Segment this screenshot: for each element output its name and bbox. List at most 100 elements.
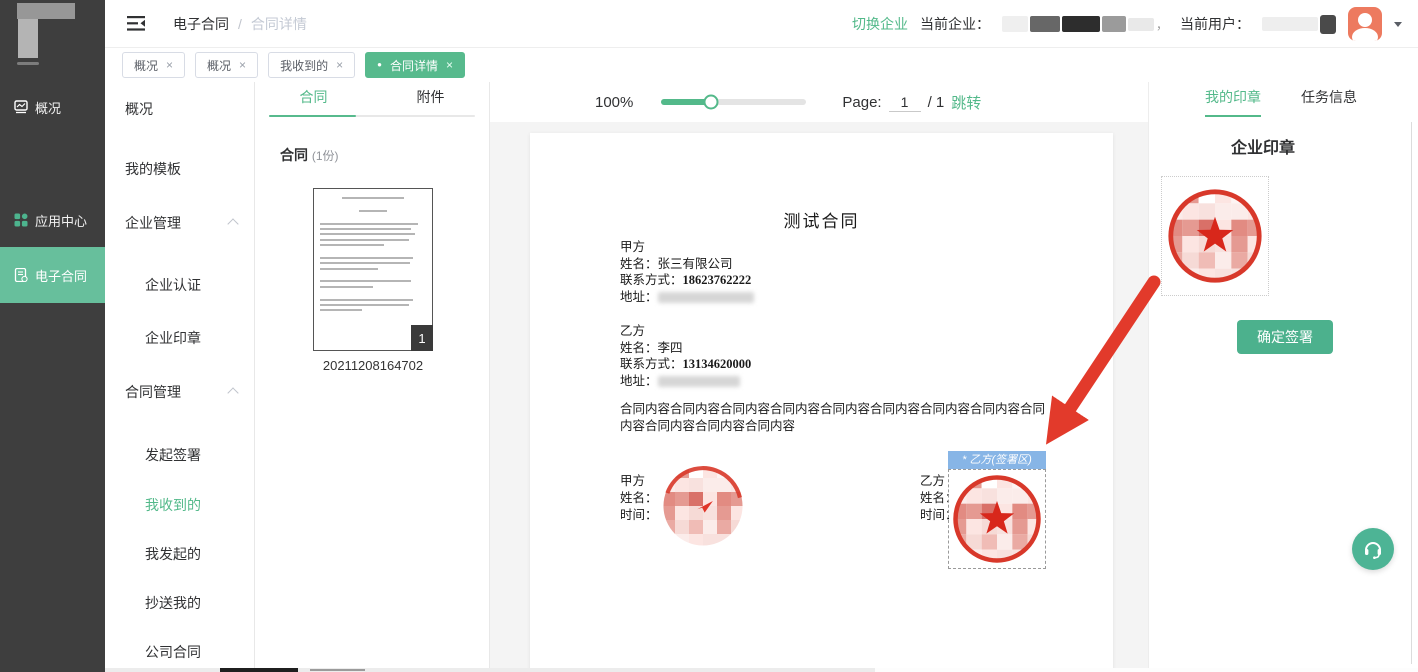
party-b-seal-stamp: [951, 473, 1043, 565]
nav-item-overview[interactable]: 概况: [105, 97, 255, 121]
switch-company-link[interactable]: 切换企业: [852, 14, 908, 34]
chevron-up-icon: [227, 387, 238, 398]
zoom-slider[interactable]: [661, 99, 806, 105]
e-contract-icon: [13, 268, 28, 283]
sign-a-name-label: 姓名：: [620, 490, 658, 507]
sign-a-heading: 甲方: [620, 473, 658, 490]
company-name-redacted: ，: [1002, 16, 1168, 33]
sidebar-item-app-center[interactable]: 应用中心: [0, 206, 105, 234]
workspace-tab[interactable]: 我收到的 ×: [268, 52, 355, 78]
nav-item-label: 公司合同: [145, 644, 201, 660]
app-root: 概况 应用中心 电子合同 电子合同 / 合同详情 切换企业 当前企业：: [0, 0, 1418, 672]
zoom-slider-handle[interactable]: [703, 95, 718, 110]
party-a-heading: 甲方: [620, 239, 754, 256]
party-b-signature-zone[interactable]: * 乙方(签署区): [948, 451, 1046, 569]
page-number-input[interactable]: [889, 93, 921, 112]
tab-underline: [269, 115, 475, 117]
background-window-edge: [105, 668, 1418, 672]
breadcrumb-root[interactable]: 电子合同: [173, 14, 229, 34]
nav-item-company-contracts[interactable]: 公司合同: [105, 640, 255, 664]
signature-zone-label: * 乙方(签署区): [948, 451, 1046, 469]
overview-chart-icon: [13, 100, 28, 115]
nav-item-label: 我的模板: [125, 161, 181, 177]
enterprise-seal-image: [1166, 187, 1264, 285]
sidebar-item-overview[interactable]: 概况: [0, 93, 105, 121]
header-right: 切换企业 当前企业： ， 当前用户：: [852, 0, 1402, 48]
sign-block-party-a: 甲方 姓名： 时间：: [620, 473, 658, 524]
jump-page-link[interactable]: 跳转: [951, 92, 981, 113]
nav-group-enterprise[interactable]: 企业管理: [105, 211, 255, 235]
tab-label: 附件: [417, 89, 445, 105]
user-name-redacted: [1262, 15, 1336, 34]
party-b-heading: 乙方: [620, 323, 751, 340]
tab-attachment[interactable]: 附件: [372, 82, 489, 118]
company-logo-redacted: [0, 0, 105, 66]
nav-item-label: 企业认证: [145, 277, 201, 293]
nav-item-label: 抄送我的: [145, 595, 201, 611]
window-scrollbar[interactable]: [1411, 122, 1412, 664]
contract-page: 测试合同 甲方 姓名：张三有限公司 联系方式：18623762222 地址： 乙…: [530, 133, 1113, 668]
workspace-tab[interactable]: 概况 ×: [195, 52, 258, 78]
party-b-address: 地址：: [620, 373, 751, 390]
address-redacted: [658, 292, 754, 303]
page-number-badge: 1: [411, 325, 433, 351]
customer-support-button[interactable]: [1352, 528, 1394, 570]
party-a-contact: 联系方式：18623762222: [620, 272, 754, 289]
workspace-tab-active[interactable]: ● 合同详情 ×: [365, 52, 465, 78]
tab-my-seals[interactable]: 我的印章: [1205, 87, 1261, 117]
contract-file-name: 20211208164702: [298, 358, 448, 373]
contract-body-text: 合同内容合同内容合同内容合同内容合同内容合同内容合同内容合同内容合同内容合同内容…: [620, 401, 1050, 435]
module-nav-sidebar: 概况 我的模板 企业管理 企业认证 企业印章 合同管理 发起签署 我收到的 我发…: [105, 82, 255, 668]
sign-a-time-label: 时间：: [620, 507, 658, 524]
nav-item-enterprise-auth[interactable]: 企业认证: [105, 273, 255, 297]
section-title-text: 合同: [280, 147, 308, 163]
confirm-sign-button[interactable]: 确定签署: [1237, 320, 1333, 354]
tab-label: 我的印章: [1205, 89, 1261, 105]
workspace-tab-label: 我收到的: [280, 57, 328, 74]
headset-icon: [1362, 538, 1384, 560]
nav-item-cc-to-me[interactable]: 抄送我的: [105, 591, 255, 615]
nav-item-my-templates[interactable]: 我的模板: [105, 157, 255, 181]
contract-attachment-tabs: 合同 附件: [255, 82, 489, 118]
close-icon[interactable]: ×: [166, 58, 173, 72]
party-a-name: 姓名：张三有限公司: [620, 256, 754, 273]
workspace-tab-label: 概况: [134, 57, 158, 74]
section-count: (1份): [312, 149, 339, 163]
sidebar-item-label: 应用中心: [35, 211, 87, 230]
sidebar-item-e-contract[interactable]: 电子合同: [0, 247, 105, 303]
right-panel-tabs: 我的印章 任务信息: [1149, 82, 1418, 117]
enterprise-seal-option[interactable]: [1161, 176, 1269, 296]
party-a-seal-stamp: [661, 464, 745, 548]
contract-section-title: 合同 (1份): [280, 145, 339, 165]
nav-item-initiated-by-me[interactable]: 我发起的: [105, 542, 255, 566]
contract-thumbnail[interactable]: 1: [313, 188, 433, 351]
tab-label: 任务信息: [1301, 89, 1357, 105]
top-header: 电子合同 / 合同详情 切换企业 当前企业： ， 当前用户：: [105, 0, 1418, 48]
party-b-block: 乙方 姓名：李四 联系方式：13134620000 地址：: [620, 323, 751, 389]
signature-zone-box[interactable]: [948, 469, 1046, 569]
user-avatar[interactable]: [1348, 7, 1382, 41]
thumbnail-text-lines: [320, 197, 426, 342]
nav-item-received[interactable]: 我收到的: [105, 493, 255, 517]
tab-contract[interactable]: 合同: [255, 82, 372, 118]
fold-menu-icon[interactable]: [127, 16, 145, 31]
nav-group-contract-mgmt[interactable]: 合同管理: [105, 380, 255, 404]
nav-item-label: 概况: [125, 101, 153, 117]
nav-item-initiate-sign[interactable]: 发起签署: [105, 443, 255, 467]
active-dot-icon: ●: [377, 61, 382, 69]
address-redacted: [658, 376, 740, 387]
user-menu-caret-icon[interactable]: [1394, 22, 1402, 27]
current-company-label: 当前企业：: [920, 14, 990, 34]
close-icon[interactable]: ×: [239, 58, 246, 72]
party-a-block: 甲方 姓名：张三有限公司 联系方式：18623762222 地址：: [620, 239, 754, 305]
nav-item-enterprise-seal[interactable]: 企业印章: [105, 326, 255, 350]
breadcrumb-current: 合同详情: [251, 14, 307, 34]
workspace-tab[interactable]: 概况 ×: [122, 52, 185, 78]
close-icon[interactable]: ×: [446, 58, 453, 72]
close-icon[interactable]: ×: [336, 58, 343, 72]
party-b-contact: 联系方式：13134620000: [620, 356, 751, 373]
party-a-address: 地址：: [620, 289, 754, 306]
tab-label: 合同: [300, 89, 328, 105]
tab-task-info[interactable]: 任务信息: [1301, 87, 1357, 117]
enterprise-seal-heading: 企业印章: [1193, 134, 1333, 158]
